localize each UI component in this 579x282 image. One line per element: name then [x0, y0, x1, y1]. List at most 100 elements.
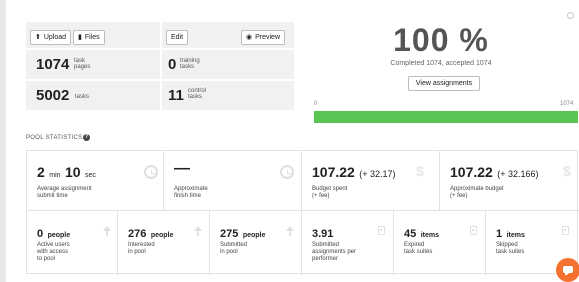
- skipped-value: 1 items: [496, 224, 525, 242]
- document-icon: [378, 226, 385, 235]
- submitted-unit: people: [242, 232, 266, 239]
- stat-active-users: 0 people Active users with access to poo…: [27, 211, 118, 275]
- skipped-unit: items: [506, 232, 525, 239]
- assignments-per-performer-label-2: assignments per: [312, 249, 357, 255]
- document-icon: [562, 226, 569, 235]
- dollar-icon: $: [563, 163, 571, 179]
- interested-label-2: in pool: [128, 249, 146, 255]
- help-icon[interactable]: [567, 12, 574, 19]
- submitted-label-1: Submitted: [220, 242, 248, 248]
- finish-time-label-2: finish time: [174, 193, 202, 199]
- avg-submit-time-label: Average assignment submit time: [37, 186, 92, 200]
- budget-spent-label-1: Budget spent: [312, 186, 348, 192]
- progress-max-label: 1074: [560, 101, 574, 107]
- finish-time-value: —: [174, 160, 190, 177]
- assignments-per-performer-label: Submitted assignments per performer: [312, 242, 356, 263]
- skipped-label: Skipped task suites: [496, 242, 524, 256]
- pool-page: ⬆ Upload ▮ Files Edit ◉ Preview 1074 task p…: [6, 0, 579, 282]
- clock-icon: [280, 165, 294, 179]
- assignments-per-performer-label-3: performer: [312, 256, 339, 262]
- upload-icon: ⬆: [35, 34, 41, 41]
- active-users-value: 0 people: [37, 224, 70, 242]
- clock-icon: [144, 165, 158, 179]
- assignments-per-performer-value: 3.91: [312, 224, 333, 242]
- stats-grid: 2 min 10 sec Average assignment submit t…: [26, 150, 579, 275]
- preview-button[interactable]: ◉ Preview: [241, 30, 286, 45]
- edit-button[interactable]: Edit: [166, 30, 189, 45]
- finish-time-label: Approximate finish time: [174, 186, 208, 200]
- question-icon[interactable]: ?: [83, 134, 90, 141]
- preview-label: Preview: [255, 34, 281, 41]
- approx-budget-number: 107.22: [450, 164, 493, 180]
- avg-sec-unit: sec: [85, 172, 96, 179]
- stat-expired-task-suites: 45 items Expired task suites: [394, 211, 486, 275]
- files-label: Files: [84, 34, 100, 41]
- budget-spent-label-2: (+ fee): [312, 193, 330, 199]
- approx-budget-extra: (+ 32.166): [497, 169, 539, 179]
- upload-label: Upload: [43, 34, 67, 41]
- budget-spent-extra: (+ 32.17): [359, 169, 396, 179]
- arrow-up-icon: [286, 226, 294, 236]
- active-users-number: 0: [37, 228, 44, 240]
- stat-submitted: 275 people Submitted in pool: [210, 211, 302, 275]
- active-users-label-2: with access: [37, 249, 69, 255]
- tasks-label: tasks: [75, 94, 90, 100]
- chat-button[interactable]: [556, 258, 579, 282]
- training-tasks-label: training tasks: [180, 58, 200, 70]
- budget-spent-value: 107.22 (+ 32.17): [312, 164, 396, 182]
- chat-bubble-icon: [563, 266, 573, 275]
- task-pages-label: task pages: [74, 58, 90, 70]
- expired-label: Expired task suites: [404, 242, 432, 256]
- assignments-per-performer-label-1: Submitted: [312, 242, 340, 248]
- submitted-number: 275: [220, 228, 239, 240]
- panel-divider-vertical: [160, 22, 162, 110]
- expired-label-2: task suites: [404, 249, 433, 255]
- arrow-up-icon: [103, 226, 111, 236]
- upload-button[interactable]: ⬆ Upload: [30, 30, 72, 45]
- completed-text: Completed 1074, accepted 1074: [390, 60, 492, 67]
- stat-assignments-per-performer: 3.91 Submitted assignments per performer: [302, 211, 394, 275]
- approx-budget-label-1: Approximate budget: [450, 186, 504, 192]
- stat-approx-budget: 107.22 (+ 32.166) Approximate budget (+ …: [440, 151, 579, 211]
- dollar-icon: $: [416, 163, 424, 179]
- file-icon: ▮: [78, 34, 82, 41]
- skipped-number: 1: [496, 228, 503, 240]
- panel-divider-2: [26, 79, 294, 81]
- active-users-label-3: to pool: [37, 256, 56, 262]
- expired-unit: items: [420, 232, 439, 239]
- eye-icon: ◉: [246, 34, 253, 41]
- control-tasks-label: control tasks: [188, 88, 206, 100]
- training-tasks-value: 0: [168, 56, 177, 73]
- task-pages-value: 1074: [36, 56, 70, 73]
- pool-statistics-title: POOL STATISTICS: [26, 135, 83, 141]
- interested-value: 276 people: [128, 224, 173, 242]
- finish-time-label-1: Approximate: [174, 186, 208, 192]
- interested-number: 276: [128, 228, 147, 240]
- approx-budget-label: Approximate budget (+ fee): [450, 186, 504, 200]
- skipped-label-1: Skipped: [496, 242, 518, 248]
- submitted-label-2: in pool: [220, 249, 238, 255]
- expired-number: 45: [404, 228, 417, 240]
- submitted-value: 275 people: [220, 224, 265, 242]
- stat-avg-submit-time: 2 min 10 sec Average assignment submit t…: [27, 151, 164, 211]
- view-assignments-button[interactable]: View assignments: [408, 76, 480, 91]
- training-tasks-label-2: tasks: [180, 64, 195, 70]
- avg-submit-time-label-1: Average assignment: [37, 186, 92, 192]
- stat-interested: 276 people Interested in pool: [118, 211, 210, 275]
- files-button[interactable]: ▮ Files: [73, 30, 105, 45]
- completion-percent: 100 %: [393, 22, 489, 58]
- avg-submit-time-label-2: submit time: [37, 193, 68, 199]
- interested-label-1: Interested: [128, 242, 155, 248]
- control-tasks-value: 11: [168, 87, 184, 104]
- panel-divider-1: [26, 48, 294, 50]
- document-icon: [470, 226, 477, 235]
- control-tasks-label-2: tasks: [188, 94, 203, 100]
- edit-label: Edit: [171, 34, 184, 41]
- arrow-up-icon: [194, 226, 202, 236]
- progress-fill: [314, 111, 578, 123]
- budget-spent-number: 107.22: [312, 164, 355, 180]
- active-users-label: Active users with access to pool: [37, 242, 70, 263]
- submitted-label: Submitted in pool: [220, 242, 247, 256]
- avg-submit-time-value: 2 min 10 sec: [37, 164, 96, 182]
- stat-finish-time: — Approximate finish time: [164, 151, 302, 211]
